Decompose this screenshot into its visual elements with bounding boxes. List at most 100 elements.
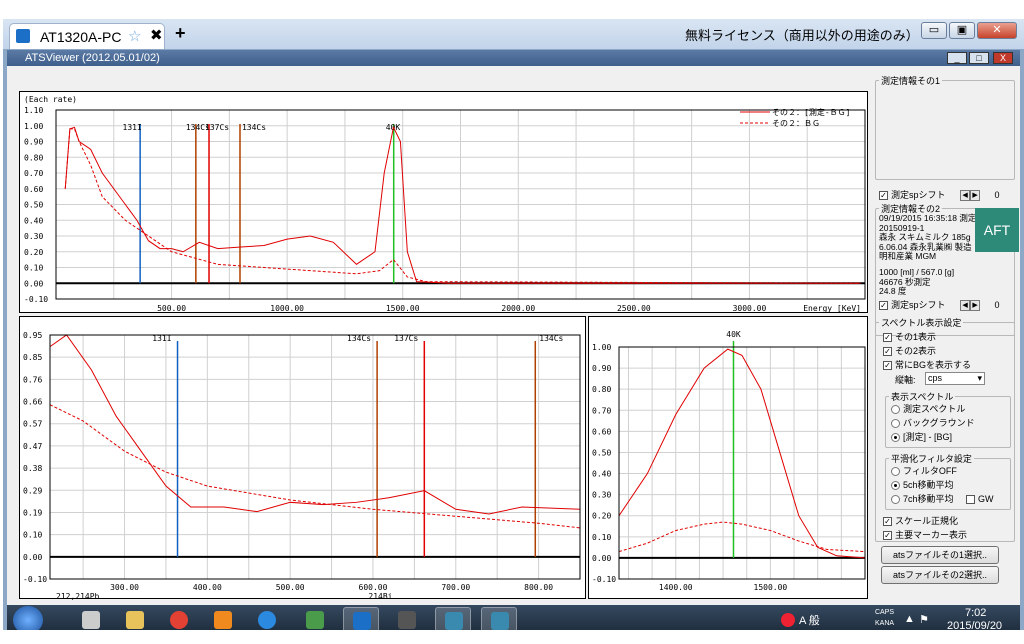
sp-shift-row-1: ✓ 測定spシフト ◀ ▶ 0 bbox=[879, 188, 1000, 202]
k40-chart[interactable]: 1.00 0.90 0.80 0.70 0.60 0.50 0.40 0.30 0.20 0.10… bbox=[589, 317, 869, 600]
close-button[interactable]: ✕ bbox=[977, 22, 1017, 39]
show-bg-checkbox[interactable]: ✓ bbox=[883, 361, 892, 371]
y-tick-label: 0.29 bbox=[23, 486, 42, 495]
measured-series bbox=[64, 125, 861, 284]
ma7-option[interactable]: 7ch移動平均 GW bbox=[891, 492, 994, 505]
app-maximize-button[interactable]: □ bbox=[969, 52, 989, 64]
x-tick-label: 2500.00 bbox=[617, 304, 651, 313]
radio-ma5[interactable] bbox=[891, 481, 900, 491]
tray-icon[interactable] bbox=[781, 613, 795, 627]
ime-indicator[interactable]: A 般 bbox=[799, 612, 820, 628]
y-tick-label: 0.76 bbox=[23, 375, 42, 384]
scale-norm-row[interactable]: ✓ スケール正規化 bbox=[883, 514, 958, 527]
bi-label: 214Bi bbox=[368, 592, 392, 600]
y-tick-label: 0.10 bbox=[23, 531, 42, 540]
radio-ma7[interactable] bbox=[891, 495, 900, 505]
scale-norm-label: スケール正規化 bbox=[895, 516, 959, 526]
file1-select-button[interactable]: atsファイルその1選択.. bbox=[881, 546, 999, 564]
app-minimize-button[interactable]: _ bbox=[947, 52, 967, 64]
y-tick-label: 0.40 bbox=[592, 470, 611, 479]
app-title-bar: ATSViewer (2012.05.01/02) _ □ X bbox=[7, 50, 1020, 66]
radio-background[interactable] bbox=[891, 419, 900, 429]
y-tick-label: 0.70 bbox=[24, 169, 43, 178]
measured-series bbox=[618, 348, 866, 559]
filter-off-option[interactable]: フィルタOFF bbox=[891, 464, 957, 477]
tab-close-icon[interactable]: ✖ bbox=[150, 26, 163, 44]
atsviewer-icon bbox=[491, 612, 509, 630]
file2-select-button[interactable]: atsファイルその2選択.. bbox=[881, 566, 999, 584]
favorite-star-icon[interactable]: ☆ bbox=[128, 27, 141, 45]
y-tick-label: 0.90 bbox=[592, 364, 611, 373]
x-tick-label: 1000.00 bbox=[270, 304, 304, 313]
info1-group bbox=[875, 80, 1015, 180]
chevron-down-icon: ▾ bbox=[977, 373, 982, 383]
shift-left-arrow-icon[interactable]: ◀ bbox=[960, 300, 971, 312]
main-marker-checkbox[interactable]: ✓ bbox=[883, 531, 892, 541]
show1-checkbox[interactable]: ✓ bbox=[883, 333, 892, 343]
info2-text2: 1000 [ml] / 567.0 [g] 46676 秒測定 24.8 度 bbox=[879, 267, 955, 296]
yaxis-select[interactable]: cps ▾ bbox=[925, 372, 985, 385]
radio-measured[interactable] bbox=[891, 405, 900, 415]
ma7-label: 7ch移動平均 bbox=[903, 494, 954, 504]
opt-measured[interactable]: 測定スペクトル bbox=[891, 402, 965, 415]
sp-shift-checkbox-1[interactable]: ✓ bbox=[879, 191, 888, 201]
marker-label: 40K bbox=[726, 330, 741, 339]
aft-logo-icon[interactable]: AFT bbox=[975, 208, 1019, 252]
radio-filter-off[interactable] bbox=[891, 467, 900, 477]
new-tab-button[interactable]: + bbox=[175, 23, 186, 44]
show1-row[interactable]: ✓ その1表示 bbox=[883, 330, 936, 343]
media-player-icon bbox=[214, 611, 232, 629]
tab-title: AT1320A-PC bbox=[40, 29, 122, 45]
y-tick-label: 0.38 bbox=[23, 464, 42, 473]
main-marker-row[interactable]: ✓ 主要マーカー表示 bbox=[883, 528, 967, 541]
maximize-button[interactable]: ▣ bbox=[949, 22, 975, 39]
k40-panel: 1.00 0.90 0.80 0.70 0.60 0.50 0.40 0.30 0.20 0.10… bbox=[588, 316, 868, 599]
opt-background-label: バックグラウンド bbox=[903, 418, 975, 428]
chrome-icon bbox=[170, 611, 188, 629]
scale-norm-checkbox[interactable]: ✓ bbox=[883, 517, 892, 527]
y-tick-label: 0.60 bbox=[24, 185, 43, 194]
clock-time[interactable]: 7:02 bbox=[965, 607, 986, 619]
radio-difference[interactable] bbox=[891, 433, 900, 443]
low-energy-panel: 0.95 0.85 0.76 0.66 0.57 0.47 0.38 0.29 0.19 0.10… bbox=[19, 316, 587, 600]
full-spectrum-chart[interactable]: (Each rate) 1.10 1.00 0.90 0.80 0.70 0.60 0.50 0… bbox=[20, 92, 869, 314]
show-bg-row[interactable]: ✓ 常にBGを表示する bbox=[883, 358, 971, 371]
y-tick-label: 0.30 bbox=[24, 232, 43, 241]
show2-checkbox[interactable]: ✓ bbox=[883, 347, 892, 357]
marker-label: 131I bbox=[123, 123, 142, 132]
app-close-button[interactable]: X bbox=[993, 52, 1013, 64]
tab-remote-session[interactable]: AT1320A-PC ☆ ✖ bbox=[9, 23, 165, 49]
x-tick-label: 300.00 bbox=[110, 583, 139, 592]
minimize-button[interactable]: ▭ bbox=[921, 22, 947, 39]
y-tick-label: 0.00 bbox=[592, 554, 611, 563]
y-tick-label: 0.20 bbox=[24, 248, 43, 257]
ma5-option[interactable]: 5ch移動平均 bbox=[891, 478, 954, 491]
opt-background[interactable]: バックグラウンド bbox=[891, 416, 975, 429]
info1-label: 測定情報その1 bbox=[879, 74, 943, 87]
x-tick-label: 1500.00 bbox=[754, 583, 788, 592]
gw-checkbox[interactable] bbox=[966, 495, 976, 505]
teamviewer-icon bbox=[353, 612, 371, 630]
x-tick-label: 500.00 bbox=[157, 304, 186, 313]
x-axis-label: Energy [KeV] bbox=[803, 304, 861, 313]
legend-label-2: その２：ＢＧ bbox=[772, 119, 820, 128]
full-spectrum-panel: (Each rate) 1.10 1.00 0.90 0.80 0.70 0.60 0.50 0… bbox=[19, 91, 868, 313]
sp-shift-checkbox-2[interactable]: ✓ bbox=[879, 301, 888, 311]
shift-value-1: 0 bbox=[994, 190, 1000, 200]
low-energy-chart[interactable]: 0.95 0.85 0.76 0.66 0.57 0.47 0.38 0.29 0.19 0.10… bbox=[20, 317, 587, 600]
desktop-bottom bbox=[0, 630, 1024, 644]
network-icon[interactable]: ⚑ bbox=[919, 613, 929, 626]
shift-right-arrow-icon[interactable]: ▶ bbox=[970, 190, 981, 202]
plot-frame bbox=[49, 334, 581, 580]
shift-right-arrow-icon[interactable]: ▶ bbox=[970, 300, 981, 312]
y-tick-label: 0.10 bbox=[592, 533, 611, 542]
opt-difference-label: [測定] - [BG] bbox=[903, 432, 953, 442]
opt-difference[interactable]: [測定] - [BG] bbox=[891, 430, 952, 443]
teamviewer-icon bbox=[16, 29, 30, 43]
y-tick-label: 0.50 bbox=[592, 448, 611, 457]
show-hidden-icons[interactable]: ▲ bbox=[904, 613, 915, 625]
y-tick-label: 0.10 bbox=[24, 264, 43, 273]
filter-off-label: フィルタOFF bbox=[903, 466, 957, 476]
show2-row[interactable]: ✓ その2表示 bbox=[883, 344, 936, 357]
shift-left-arrow-icon[interactable]: ◀ bbox=[960, 190, 971, 202]
